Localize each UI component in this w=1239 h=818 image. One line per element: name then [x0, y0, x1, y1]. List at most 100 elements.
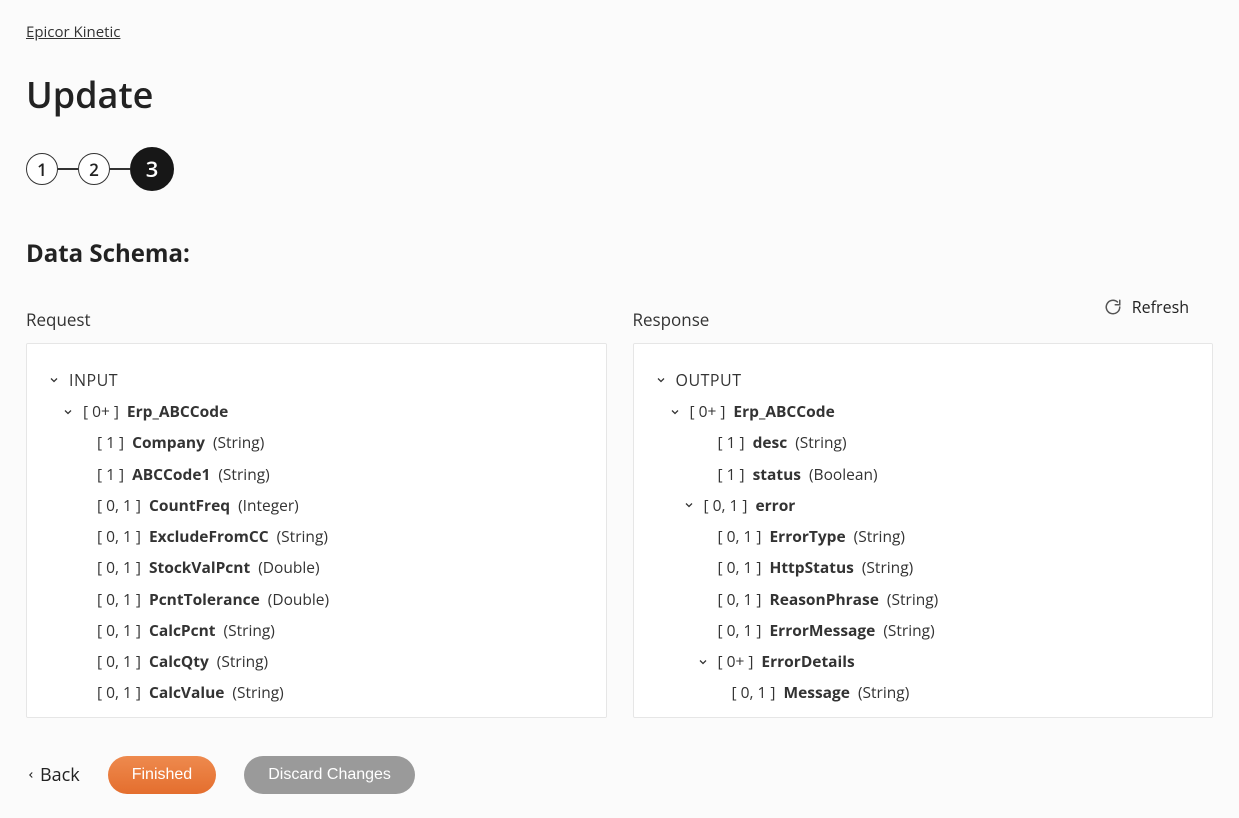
- step-connector: [110, 168, 130, 170]
- response-header: Response: [633, 308, 1214, 331]
- cardinality: [ 0, 1 ]: [97, 650, 141, 673]
- request-header: Request: [26, 308, 607, 331]
- field-type: (String): [858, 681, 909, 704]
- tree-group[interactable]: [ 0+ ] Erp_ABCCode: [654, 396, 1193, 427]
- discard-button[interactable]: Discard Changes: [244, 756, 415, 794]
- schema-field[interactable]: [ 0, 1 ] CalcQty (String): [47, 646, 586, 677]
- cardinality: [ 0, 1 ]: [732, 681, 776, 704]
- cardinality: [ 0, 1 ]: [704, 494, 748, 517]
- field-name: CalcPcnt: [149, 619, 216, 642]
- field-type: (Double): [268, 588, 329, 611]
- schema-field[interactable]: [ 0, 1 ]CalcPcnt(String): [47, 615, 586, 646]
- chevron-down-icon[interactable]: [696, 656, 710, 668]
- field-type: (String): [213, 431, 264, 454]
- tree-group-error[interactable]: [ 0, 1 ] error: [654, 490, 1193, 521]
- field-type: (String): [854, 525, 905, 548]
- schema-field[interactable]: [ 0, 1 ]QtyTolerance(Double): [47, 709, 586, 719]
- field-type: (String): [218, 463, 269, 486]
- field-type: (String): [887, 588, 938, 611]
- back-label: Back: [40, 763, 80, 787]
- step-3[interactable]: 3: [130, 147, 174, 191]
- cardinality: [ 0, 1 ]: [718, 619, 762, 642]
- field-name: HttpStatus: [769, 556, 853, 579]
- chevron-down-icon[interactable]: [682, 499, 696, 511]
- field-name: CalcValue: [149, 681, 224, 704]
- chevron-left-icon: [26, 768, 36, 782]
- group-name: Erp_ABCCode: [127, 400, 228, 423]
- field-name: ExcludeFromCC: [149, 525, 269, 548]
- field-name: CalcQty: [149, 650, 209, 673]
- schema-field[interactable]: [ 0, 1 ] ErrorType (String): [654, 521, 1193, 552]
- schema-field[interactable]: [ 0, 1 ]PcntTolerance(Double): [47, 584, 586, 615]
- schema-field[interactable]: [ 0, 1 ] ExcludeFromCC (String): [47, 521, 586, 552]
- request-panel[interactable]: INPUT [ 0+ ] Erp_ABCCode [ 1 ] Company (St…: [26, 343, 607, 718]
- field-name: ReasonPhrase: [769, 588, 878, 611]
- finished-button[interactable]: Finished: [108, 756, 216, 794]
- field-name: ErrorMessage: [769, 619, 875, 642]
- field-name: status: [753, 463, 801, 486]
- schema-field[interactable]: [ 0, 1 ] ReasonPhrase (String): [654, 584, 1193, 615]
- field-name: desc: [753, 431, 788, 454]
- field-type: (String): [224, 619, 275, 642]
- field-type: (Integer): [238, 494, 299, 517]
- cardinality: [ 0+ ]: [718, 650, 754, 673]
- section-title: Data Schema:: [26, 237, 1213, 270]
- group-name: ErrorDetails: [761, 650, 854, 673]
- field-name: CountFreq: [149, 494, 230, 517]
- schema-field[interactable]: [ 0, 1 ]HttpStatus(String): [654, 552, 1193, 583]
- field-name: QtyTolerance: [149, 713, 253, 719]
- cardinality: [ 0, 1 ]: [97, 556, 141, 579]
- field-type: (String): [795, 431, 846, 454]
- field-type: (Double): [258, 556, 319, 579]
- chevron-down-icon[interactable]: [61, 406, 75, 418]
- cardinality: [ 0+ ]: [83, 400, 119, 423]
- tree-group[interactable]: [ 0+ ] Erp_ABCCode: [47, 396, 586, 427]
- field-type: (String): [217, 650, 268, 673]
- cardinality: [ 0, 1 ]: [718, 525, 762, 548]
- cardinality: [ 1 ]: [718, 463, 745, 486]
- tree-root-label: OUTPUT: [676, 368, 742, 392]
- response-panel[interactable]: OUTPUT [ 0+ ] Erp_ABCCode [ 1 ] desc (Stri…: [633, 343, 1214, 718]
- cardinality: [ 0, 1 ]: [97, 525, 141, 548]
- back-button[interactable]: Back: [26, 763, 80, 787]
- cardinality: [ 0, 1 ]: [97, 588, 141, 611]
- field-name: Company: [132, 431, 205, 454]
- cardinality: [ 0, 1 ]: [97, 494, 141, 517]
- field-name: StockValPcnt: [149, 556, 250, 579]
- tree-root[interactable]: INPUT: [47, 364, 586, 396]
- step-1[interactable]: 1: [26, 153, 58, 185]
- cardinality: [ 1 ]: [97, 463, 124, 486]
- chevron-down-icon[interactable]: [47, 374, 61, 386]
- field-type: (String): [277, 525, 328, 548]
- field-name: ABCCode1: [132, 463, 210, 486]
- field-type: (Boolean): [809, 463, 878, 486]
- cardinality: [ 0+ ]: [690, 400, 726, 423]
- tree-root[interactable]: OUTPUT: [654, 364, 1193, 396]
- field-type: (Double): [261, 713, 322, 719]
- field-type: (String): [232, 681, 283, 704]
- schema-field[interactable]: [ 1 ]Company(String): [47, 427, 586, 458]
- chevron-down-icon[interactable]: [654, 374, 668, 386]
- schema-field[interactable]: [ 0, 1 ] CalcValue (String): [47, 677, 586, 708]
- schema-field[interactable]: [ 0, 1 ] CountFreq (Integer): [47, 490, 586, 521]
- group-name: Erp_ABCCode: [733, 400, 834, 423]
- field-type: (String): [883, 619, 934, 642]
- schema-field[interactable]: [ 1 ]desc(String): [654, 427, 1193, 458]
- cardinality: [ 0, 1 ]: [718, 588, 762, 611]
- group-name: error: [755, 494, 795, 517]
- tree-group-details[interactable]: [ 0+ ] ErrorDetails: [654, 646, 1193, 677]
- schema-field[interactable]: [ 0, 1 ] StockValPcnt (Double): [47, 552, 586, 583]
- breadcrumb-link[interactable]: Epicor Kinetic: [26, 22, 120, 42]
- field-type: (String): [862, 556, 913, 579]
- chevron-down-icon[interactable]: [668, 406, 682, 418]
- schema-field[interactable]: [ 0, 1 ] Message (String): [654, 677, 1193, 708]
- field-name: Message: [783, 681, 849, 704]
- schema-field[interactable]: [ 1 ] status (Boolean): [654, 459, 1193, 490]
- field-name: ErrorType: [769, 525, 845, 548]
- page-title: Update: [26, 70, 1213, 119]
- schema-field[interactable]: [ 0, 1 ] ErrorMessage (String): [654, 615, 1193, 646]
- cardinality: [ 0, 1 ]: [97, 681, 141, 704]
- step-2[interactable]: 2: [78, 153, 110, 185]
- tree-root-label: INPUT: [69, 368, 118, 392]
- schema-field[interactable]: [ 1 ] ABCCode1 (String): [47, 459, 586, 490]
